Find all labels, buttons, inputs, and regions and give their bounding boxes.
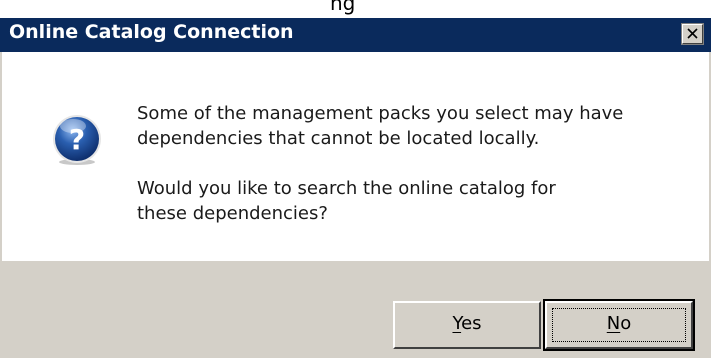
no-button[interactable]: No <box>543 299 695 351</box>
focus-rect <box>552 308 686 342</box>
message-line: Some of the management packs you select … <box>137 103 624 124</box>
yes-label-rest: es <box>461 313 482 334</box>
close-button[interactable] <box>681 23 704 45</box>
yes-mnemonic: Y <box>452 313 462 334</box>
message-paragraph-2: Would you like to search the online cata… <box>137 176 556 226</box>
title-bar[interactable]: Online Catalog Connection <box>0 18 711 52</box>
close-icon <box>687 28 698 39</box>
background-window-strip: ng <box>0 0 711 18</box>
message-paragraph-1: Some of the management packs you select … <box>137 101 623 151</box>
dialog-content: ? Some of the management packs you selec… <box>0 52 711 261</box>
message-line: Would you like to search the online cata… <box>137 178 556 199</box>
yes-button[interactable]: Yes <box>393 301 541 349</box>
dialog-window: Online Catalog Connection ? Some of the <box>0 18 711 358</box>
svg-text:?: ? <box>69 123 85 156</box>
background-text-fragment: ng <box>330 0 356 15</box>
message-line: dependencies that cannot be located loca… <box>137 128 540 149</box>
button-bar: Yes No <box>0 261 711 358</box>
question-icon: ? <box>53 115 101 165</box>
message-line: these dependencies? <box>137 203 328 224</box>
dialog-title: Online Catalog Connection <box>9 21 294 43</box>
